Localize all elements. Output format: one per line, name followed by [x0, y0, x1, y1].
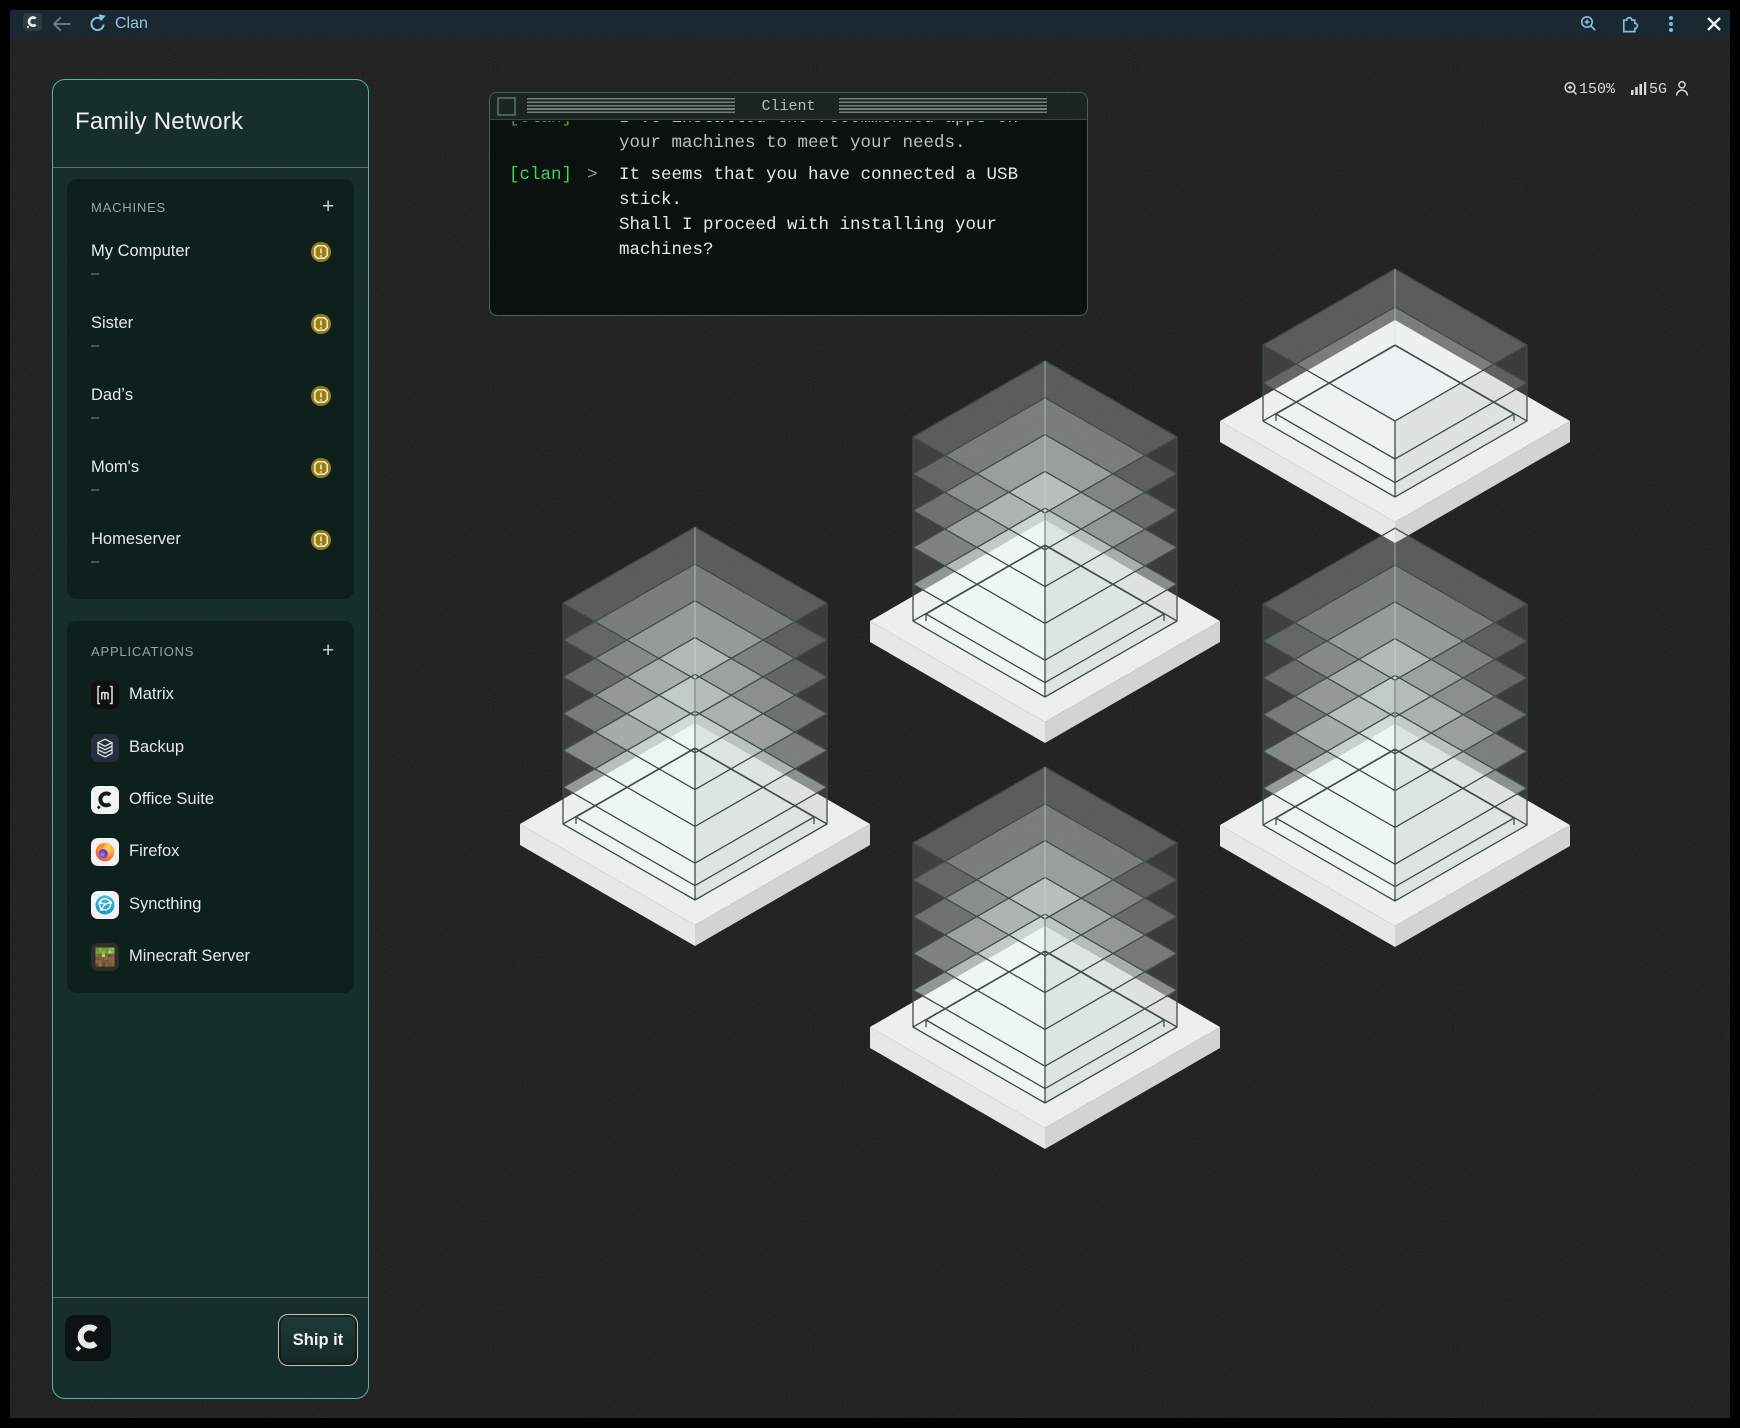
svg-text:150%: 150% — [1579, 81, 1616, 98]
svg-text:5G: 5G — [1649, 81, 1667, 98]
